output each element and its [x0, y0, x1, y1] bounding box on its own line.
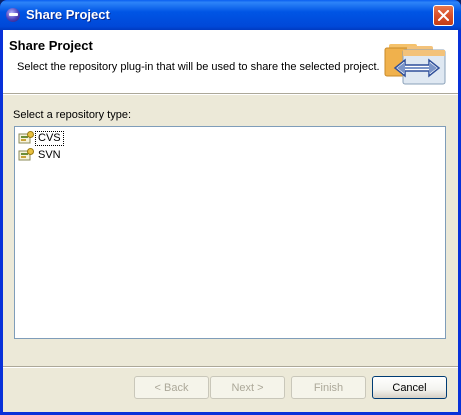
- dialog-client-area: Share Project Select the repository plug…: [3, 30, 458, 412]
- repository-type-label: Select a repository type:: [13, 109, 132, 121]
- cvs-repository-icon: [18, 131, 34, 144]
- button-bar-separator: [3, 366, 458, 368]
- svn-repository-icon: [18, 148, 34, 161]
- list-item-label: SVN: [38, 148, 61, 161]
- share-project-window: Share Project Share Project Select the r…: [0, 0, 461, 415]
- close-icon: [438, 10, 449, 21]
- repository-type-list[interactable]: CVS SVN: [14, 126, 446, 339]
- eclipse-icon: [6, 8, 20, 22]
- next-button[interactable]: Next >: [210, 376, 285, 399]
- banner-message: Select the repository plug-in that will …: [17, 61, 380, 73]
- list-item-label: CVS: [35, 130, 64, 146]
- back-button[interactable]: < Back: [134, 376, 209, 399]
- window-title: Share Project: [26, 7, 110, 22]
- wizard-banner: Share Project Select the repository plug…: [3, 30, 458, 93]
- finish-button[interactable]: Finish: [291, 376, 366, 399]
- list-item-svn[interactable]: SVN: [18, 147, 63, 163]
- cancel-button[interactable]: Cancel: [372, 376, 447, 399]
- banner-separator: [3, 93, 458, 95]
- banner-title: Share Project: [9, 38, 93, 53]
- close-button[interactable]: [433, 5, 454, 26]
- list-item-cvs[interactable]: CVS: [18, 130, 64, 146]
- share-folders-icon: [384, 44, 446, 85]
- title-bar[interactable]: Share Project: [0, 0, 461, 30]
